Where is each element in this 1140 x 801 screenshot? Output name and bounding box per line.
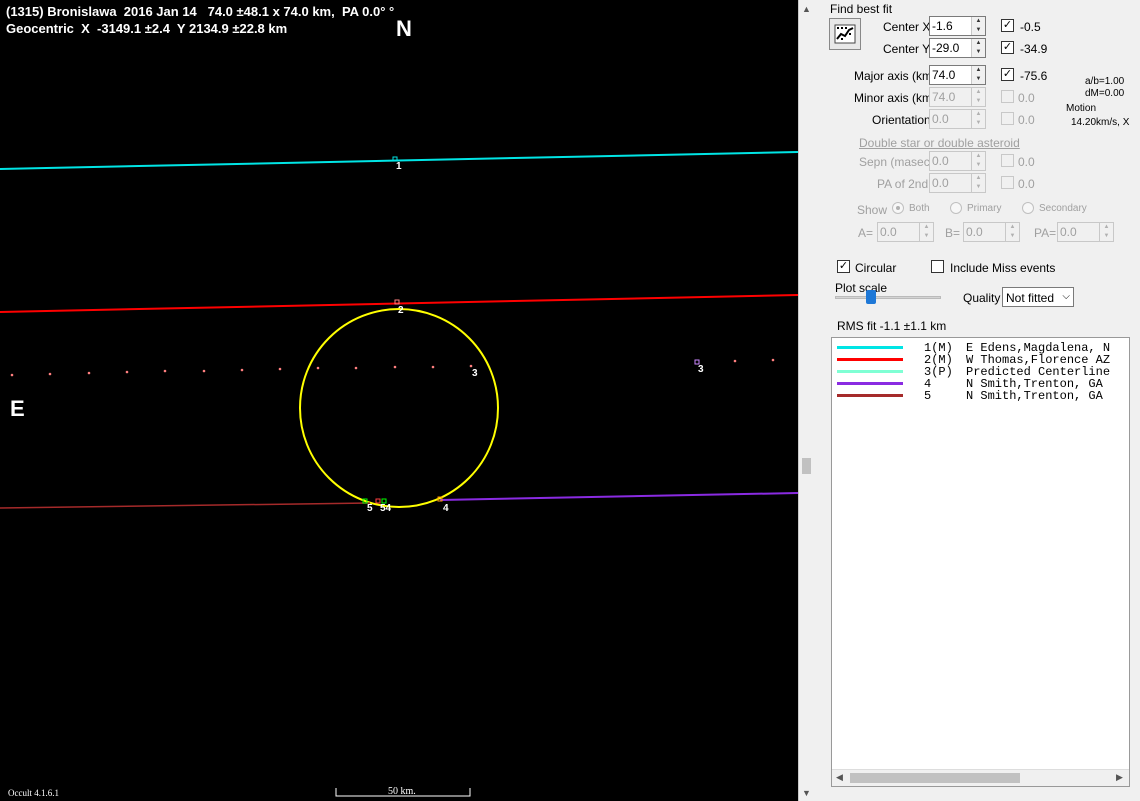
include-miss-label: Include Miss events (950, 261, 1056, 275)
center-y-label: Center Y (883, 42, 931, 56)
chord-5-label: 5 (367, 503, 373, 514)
orientation-label: Orientation (872, 113, 931, 127)
chord-4-line (439, 492, 798, 501)
fit-control-panel: Find best fit Center X -1.6 ▲ ▼ ✓ -0.5 Ce… (815, 0, 1140, 801)
legend-swatch (837, 370, 903, 373)
chord-3-label: 3 (472, 368, 478, 379)
sepn-label: Sepn (masec) (859, 155, 934, 169)
circular-checkbox[interactable]: ✓ (837, 260, 850, 273)
minor-axis-label: Minor axis (km) (854, 91, 937, 105)
fit-chart-icon (834, 24, 856, 44)
minor-axis-checkbox[interactable] (1001, 90, 1014, 103)
show-secondary-label: Secondary (1039, 203, 1087, 214)
center-x-fit-value: -0.5 (1020, 20, 1041, 34)
major-axis-label: Major axis (km) (854, 69, 937, 83)
pa-label: PA= (1034, 226, 1057, 240)
pa-2nd-fit-value: 0.0 (1018, 177, 1035, 191)
center-y-spinner[interactable]: ▲ ▼ (971, 39, 985, 57)
scroll-down-icon[interactable]: ▼ (802, 788, 811, 798)
center-x-spinner[interactable]: ▲ ▼ (971, 17, 985, 35)
predicted-centerline (10, 358, 775, 377)
circular-label: Circular (855, 261, 897, 275)
pa-2nd-checkbox[interactable] (1001, 176, 1014, 189)
center-y-input[interactable]: -29.0 ▲ ▼ (929, 38, 986, 58)
chord-legend-list[interactable]: 1(M) E Edens,Magdalena, N 2(M) W Thomas,… (831, 337, 1130, 787)
find-best-fit-button[interactable] (829, 18, 861, 50)
scroll-right-icon[interactable]: ▶ (1116, 772, 1123, 783)
b-label: B= (945, 226, 961, 240)
version-label: Occult 4.1.6.1 (8, 788, 59, 798)
pa-2nd-input[interactable]: 0.0 ▲ ▼ (929, 173, 986, 193)
minor-axis-fit-value: 0.0 (1018, 91, 1035, 105)
motion-label: Motion (1066, 103, 1097, 114)
east-label: E (10, 396, 25, 421)
pa-2nd-label: PA of 2nd (877, 177, 929, 191)
show-both-label: Both (909, 203, 930, 214)
ab-ratio: a/b=1.00 (1085, 76, 1125, 87)
center-x-checkbox[interactable]: ✓ (1001, 19, 1014, 32)
occultation-plot[interactable]: (1315) Bronislawa 2016 Jan 14 74.0 ±48.1… (0, 0, 798, 801)
minor-axis-input[interactable]: 74.0 ▲ ▼ (929, 87, 986, 107)
motion-value: 14.20km/s, X (1071, 117, 1130, 128)
a-label: A= (858, 226, 874, 240)
b-input[interactable]: 0.0 ▲ ▼ (963, 222, 1020, 242)
center-x-label: Center X (883, 20, 931, 34)
include-miss-checkbox[interactable] (931, 260, 944, 273)
orientation-fit-value: 0.0 (1018, 113, 1035, 127)
sepn-fit-value: 0.0 (1018, 155, 1035, 169)
quality-label: Quality (963, 291, 1001, 305)
scale-label: 50 km. (388, 786, 416, 797)
major-axis-input[interactable]: 74.0 ▲ ▼ (929, 65, 986, 85)
quality-select[interactable]: Not fitted ⌵ (1002, 287, 1074, 307)
chord-4-label: 4 (443, 503, 449, 514)
chevron-down-icon: ⌵ (1062, 291, 1070, 302)
legend-swatch (837, 382, 903, 385)
chord-1-label: 1 (396, 161, 402, 172)
orientation-checkbox[interactable] (1001, 112, 1014, 125)
scroll-up-icon[interactable]: ▲ (802, 4, 811, 14)
major-axis-spinner[interactable]: ▲ ▼ (971, 66, 985, 84)
show-secondary-radio[interactable] (1022, 202, 1034, 214)
chord-5-line (0, 502, 371, 509)
orientation-input[interactable]: 0.0 ▲ ▼ (929, 109, 986, 129)
center-y-fit-value: -34.9 (1020, 42, 1048, 56)
double-star-link[interactable]: Double star or double asteroid (859, 136, 1020, 150)
chord-54-label: 54 (380, 503, 392, 514)
plot-scale-slider[interactable] (835, 296, 941, 299)
sepn-input[interactable]: 0.0 ▲ ▼ (929, 151, 986, 171)
chord-3-label-right: 3 (698, 364, 704, 375)
center-x-input[interactable]: -1.6 ▲ ▼ (929, 16, 986, 36)
chord-2-label: 2 (398, 305, 404, 316)
plot-scale-thumb[interactable] (866, 290, 876, 304)
legend-swatch (837, 346, 903, 349)
dm-value: dM=0.00 (1085, 88, 1125, 99)
major-axis-checkbox[interactable]: ✓ (1001, 68, 1014, 81)
show-primary-label: Primary (967, 203, 1002, 214)
scroll-left-icon[interactable]: ◀ (836, 772, 843, 783)
asteroid-profile-ellipse (299, 308, 499, 508)
find-best-fit-label: Find best fit (830, 2, 893, 16)
legend-swatch (837, 394, 903, 397)
scroll-thumb[interactable] (802, 458, 811, 474)
pa-input[interactable]: 0.0 ▲ ▼ (1057, 222, 1114, 242)
legend-horizontal-scrollbar[interactable]: ◀ ▶ (832, 769, 1129, 786)
north-label: N (396, 16, 412, 41)
legend-swatch (837, 358, 903, 361)
sepn-checkbox[interactable] (1001, 154, 1014, 167)
rms-fit-label: RMS fit -1.1 ±1.1 km (837, 319, 947, 333)
show-both-radio[interactable] (892, 202, 904, 214)
show-primary-radio[interactable] (950, 202, 962, 214)
center-y-checkbox[interactable]: ✓ (1001, 41, 1014, 54)
plot-canvas (0, 151, 798, 797)
show-label: Show (857, 203, 888, 217)
a-input[interactable]: 0.0 ▲ ▼ (877, 222, 934, 242)
plot-vertical-scrollbar[interactable]: ▲ ▼ (798, 0, 815, 801)
legend-row[interactable]: 5 N Smith,Trenton, GA (832, 389, 1129, 403)
plot-scale-label: Plot scale (835, 281, 888, 295)
plot-geocentric: Geocentric X -3149.1 ±2.4 Y 2134.9 ±22.8… (6, 21, 288, 36)
major-axis-fit-value: -75.6 (1020, 69, 1048, 83)
plot-title: (1315) Bronislawa 2016 Jan 14 74.0 ±48.1… (6, 4, 395, 19)
legend-scroll-thumb[interactable] (850, 773, 1020, 783)
